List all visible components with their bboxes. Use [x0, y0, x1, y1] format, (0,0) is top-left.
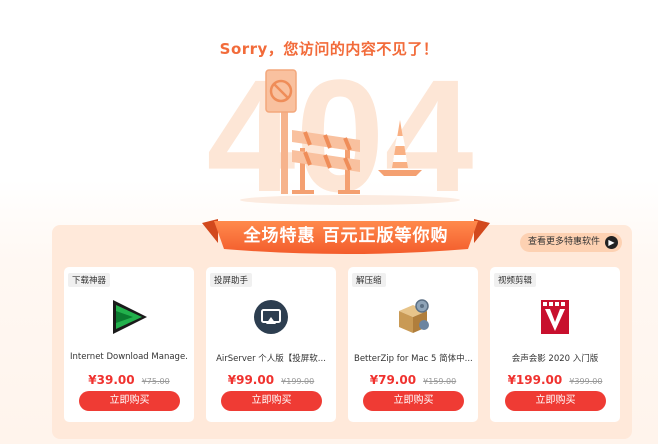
more-deals-label: 查看更多特惠软件: [527, 237, 600, 247]
price-row: ¥79.00 ¥159.00: [348, 369, 478, 388]
original-price: ¥199.00: [281, 377, 315, 386]
idm-download-icon: [113, 300, 147, 334]
betterzip-box-icon: [399, 299, 429, 333]
airserver-cast-icon: [254, 300, 288, 334]
arrow-right-icon: ▶: [605, 236, 618, 249]
product-name[interactable]: BetterZip for Mac 5 简体中...: [354, 352, 472, 364]
buy-now-button[interactable]: 立即购买: [221, 391, 322, 411]
price-row: ¥39.00 ¥75.00: [64, 369, 194, 388]
category-tag: 下载神器: [68, 273, 111, 287]
sale-price: ¥99.00: [227, 373, 275, 387]
original-price: ¥159.00: [423, 377, 457, 386]
price-row: ¥199.00 ¥399.00: [490, 369, 620, 388]
category-tag: 投屏助手: [210, 273, 253, 287]
buy-now-button[interactable]: 立即购买: [79, 391, 180, 411]
product-name[interactable]: Internet Download Manage...: [70, 352, 188, 362]
product-card[interactable]: 下载神器 Internet Download Manage... ¥39.00 …: [64, 267, 194, 422]
more-deals-link[interactable]: 查看更多特惠软件 ▶: [519, 233, 622, 252]
original-price: ¥75.00: [141, 377, 170, 386]
videostudio-film-icon: [541, 300, 569, 334]
404-illustration: 404: [207, 58, 474, 208]
sale-price: ¥199.00: [507, 373, 563, 387]
product-card[interactable]: 视频剪辑 会声会影 2020 入门版 ¥199.00 ¥399.00 立即购买: [490, 267, 620, 422]
product-name[interactable]: 会声会影 2020 入门版: [496, 352, 614, 364]
banner-title: 全场特惠 百元正版等你购: [243, 226, 449, 246]
price-row: ¥99.00 ¥199.00: [206, 369, 336, 388]
product-name[interactable]: AirServer 个人版【投屏软...: [212, 352, 330, 364]
category-tag: 视频剪辑: [494, 273, 537, 287]
buy-now-button[interactable]: 立即购买: [363, 391, 464, 411]
error-page: Sorry，您访问的内容不见了！ 404 全场特惠 百元正版等你购 查看更多特惠…: [0, 0, 658, 444]
sale-price: ¥39.00: [88, 373, 135, 387]
error-title: Sorry，您访问的内容不见了！: [219, 40, 439, 58]
promo-panel: 全场特惠 百元正版等你购 查看更多特惠软件 ▶ 下载神器 Internet Do…: [52, 219, 632, 439]
product-card[interactable]: 投屏助手 AirServer 个人版【投屏软... ¥99.00 ¥199.00…: [206, 267, 336, 422]
product-list: 下载神器 Internet Download Manage... ¥39.00 …: [64, 267, 624, 423]
category-tag: 解压缩: [352, 273, 386, 287]
sale-price: ¥79.00: [369, 373, 417, 387]
product-card[interactable]: 解压缩 BetterZip for Mac 5 简体中... ¥79.00 ¥1…: [348, 267, 478, 422]
404-graphic-text: 404: [207, 58, 474, 208]
banner-title-wrap: 全场特惠 百元正版等你购: [202, 219, 490, 255]
buy-now-button[interactable]: 立即购买: [505, 391, 606, 411]
original-price: ¥399.00: [569, 377, 603, 386]
